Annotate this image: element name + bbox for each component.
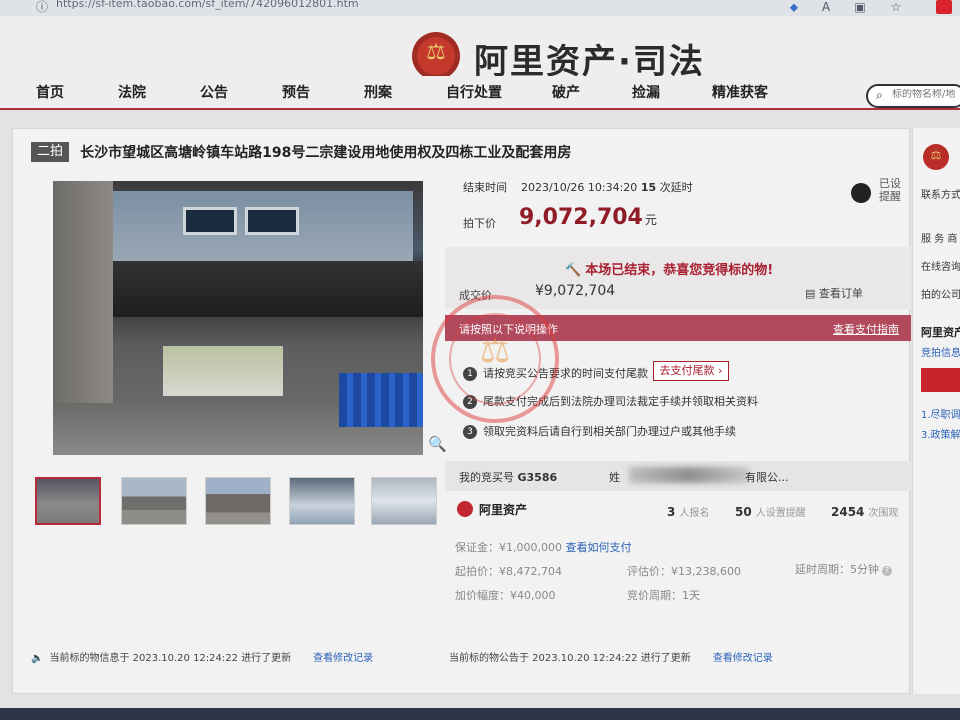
deposit: 保证金：¥1,000,000 查看如何支付	[455, 541, 632, 554]
court-seal-stamp: ⚖	[431, 295, 559, 423]
redacted-name	[629, 467, 749, 483]
nav-self-disposal[interactable]: 自行处置	[446, 82, 502, 102]
court-emblem-icon	[412, 32, 460, 80]
bid-period: 竞价周期：1天	[627, 589, 700, 602]
view-notice-changes-link[interactable]: 查看修改记录	[713, 653, 773, 664]
appraisal-price: 评估价：¥13,238,600	[627, 565, 741, 578]
ali-asset-logo-icon	[457, 501, 473, 517]
key-icon[interactable]: ⬥	[786, 0, 802, 14]
online-consult-link[interactable]: 在线咨询	[921, 258, 960, 273]
how-to-pay-link[interactable]: 查看如何支付	[565, 541, 631, 554]
help-icon[interactable]: ?	[882, 566, 892, 576]
extension-icon[interactable]	[936, 0, 952, 14]
nav-home[interactable]: 首页	[36, 82, 64, 102]
speaker-icon: 🔈	[31, 653, 44, 664]
zoom-icon[interactable]: 🔍	[428, 435, 447, 453]
browser-toolbar: ⓘ https://sf-item.taobao.com/sf_item/742…	[0, 0, 960, 16]
thumbnail-2[interactable]	[121, 477, 187, 525]
read-aloud-icon[interactable]: A	[818, 0, 834, 14]
deal-price: ¥9,072,704	[535, 283, 616, 299]
bidder-number: 我的竞买号 G3586	[459, 471, 558, 484]
item-title: 长沙市望城区高塘岭镇车站路198号二宗建设用地使用权及四栋工业及配套用房	[80, 144, 572, 161]
info-icon[interactable]: ⓘ	[34, 0, 50, 14]
main-nav: 首页 法院 公告 预告 刑案 自行处置 破产 捡漏 精准获客 ⌕	[0, 76, 960, 110]
service-label: 服 务 商	[921, 234, 958, 245]
nav-bargain[interactable]: 捡漏	[632, 82, 660, 102]
title-row: 二拍 长沙市望城区高塘岭镇车站路198号二宗建设用地使用权及四栋工业及配套用房	[31, 141, 571, 165]
policy-note[interactable]: 3.政策解	[921, 426, 960, 441]
search-icon[interactable]: ⌕	[876, 88, 883, 103]
due-diligence-note[interactable]: 1.尽职调	[921, 406, 960, 421]
bidder-row: 我的竞买号 G3586 姓 有限公...	[445, 461, 911, 491]
nav-lead-gen[interactable]: 精准获客	[712, 82, 768, 102]
payment-guide-link[interactable]: 查看支付指南	[833, 321, 899, 337]
nav-bankruptcy[interactable]: 破产	[552, 82, 580, 102]
thumbnail-1[interactable]	[35, 477, 101, 525]
notice-update-note: 当前标的物公告于 2023.10.20 12:24:22 进行了更新 查看修改记录	[449, 653, 773, 664]
reminder-status[interactable]: 已设提醒	[879, 177, 909, 203]
bidder-name-label: 姓	[609, 471, 620, 484]
delay-period: 延时周期：5分钟?	[795, 561, 892, 577]
item-panel: 二拍 长沙市望城区高塘岭镇车站路198号二宗建设用地使用权及四栋工业及配套用房 …	[12, 128, 911, 694]
bid-increment: 加价幅度：¥40,000	[455, 589, 556, 602]
view-info-changes-link[interactable]: 查看修改记录	[313, 653, 373, 664]
end-time: 2023/10/26 10:34:20 15 次延时	[521, 181, 693, 194]
right-sidebar: 联系方式 服 务 商 在线咨询 拍的公司 阿里资产 竞拍信息 1.尽职调 3.政…	[912, 128, 960, 694]
hammer-price-label: 拍下价	[463, 217, 496, 230]
thumbnail-5[interactable]	[371, 477, 437, 525]
scale-icon: ⚖	[479, 331, 511, 371]
star-icon[interactable]: ☆	[888, 0, 904, 14]
result-message: 🔨 本场已结束，恭喜您竞得标的物!	[565, 263, 774, 278]
court-logo-icon	[923, 144, 949, 170]
nav-criminal[interactable]: 刑案	[364, 82, 392, 102]
start-price: 起拍价：¥8,472,704	[455, 565, 562, 578]
end-time-label: 结束时间	[463, 181, 507, 194]
contact-label: 联系方式	[921, 190, 960, 201]
view-count: 2454 次围观	[831, 505, 899, 519]
pay-balance-button[interactable]: 去支付尾款 ›	[653, 361, 729, 381]
taskbar	[0, 708, 960, 720]
sidebar-brand: 阿里资产	[921, 326, 960, 339]
search-input[interactable]	[892, 89, 960, 100]
view-order-link[interactable]: ▤ 查看订单	[805, 285, 863, 301]
nav-court[interactable]: 法院	[118, 82, 146, 102]
auction-info-link[interactable]: 竞拍信息	[921, 344, 960, 359]
signup-count: 3 人报名	[667, 505, 710, 519]
thumbnail-3[interactable]	[205, 477, 271, 525]
delay-count: 15	[640, 181, 657, 194]
bidder-company: 有限公...	[745, 471, 789, 484]
site-header: 阿里资产·司法	[0, 16, 960, 82]
thumbnail-4[interactable]	[289, 477, 355, 525]
sidebar-action-button[interactable]	[921, 368, 960, 392]
gavel-icon: 🔨	[565, 263, 582, 278]
nav-preview[interactable]: 预告	[282, 82, 310, 102]
reminder-count: 50 人设置提醒	[735, 505, 806, 519]
hammer-price: 9,072,704 元	[519, 205, 657, 230]
alarm-clock-icon[interactable]	[849, 179, 873, 205]
round-badge: 二拍	[31, 141, 69, 162]
search-box[interactable]: ⌕	[866, 84, 960, 108]
main-photo[interactable]	[53, 181, 423, 455]
platform-name: 阿里资产	[479, 503, 528, 517]
info-update-note: 🔈 当前标的物信息于 2023.10.20 12:24:22 进行了更新 查看修改记…	[31, 653, 374, 664]
step-3: 3 领取完资料后请自行到相关部门办理过户或其他手续	[463, 423, 736, 439]
split-icon[interactable]: ▣	[852, 0, 868, 14]
nav-notice[interactable]: 公告	[200, 82, 228, 102]
address-bar[interactable]: https://sf-item.taobao.com/sf_item/74209…	[56, 0, 359, 10]
auction-company-label: 拍的公司	[921, 290, 960, 301]
